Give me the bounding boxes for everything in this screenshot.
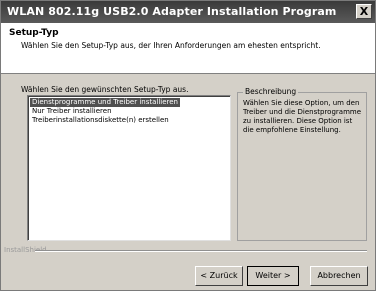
setup-type-list[interactable]: Dienstprogramme und Treiber installieren… <box>27 95 231 241</box>
title-bar: WLAN 802.11g USB2.0 Adapter Installation… <box>1 1 375 23</box>
setup-option-create-driver-disks[interactable]: Treiberinstallationsdiskette(n) erstelle… <box>30 116 171 125</box>
page-title: Setup-Typ <box>9 28 59 38</box>
window-title: WLAN 802.11g USB2.0 Adapter Installation… <box>7 5 337 18</box>
footer-divider <box>35 250 367 252</box>
close-button[interactable]: X <box>356 4 372 19</box>
installer-window: WLAN 802.11g USB2.0 Adapter Installation… <box>0 0 376 291</box>
setup-type-prompt: Wählen Sie den gewünschten Setup-Typ aus… <box>21 85 189 94</box>
setup-option-driver-only[interactable]: Nur Treiber installieren <box>30 107 114 116</box>
close-icon: X <box>359 5 369 18</box>
back-button[interactable]: < Zurück <box>195 266 243 286</box>
cancel-button[interactable]: Abbrechen <box>310 266 368 286</box>
page-description: Wählen Sie den Setup-Typ aus, der Ihren … <box>21 41 321 50</box>
next-button[interactable]: Weiter > <box>247 266 299 286</box>
description-text: Wählen Sie diese Option, um den Treiber … <box>243 99 362 134</box>
description-title: Beschreibung <box>243 87 299 96</box>
setup-option-utilities-and-driver[interactable]: Dienstprogramme und Treiber installieren <box>30 98 180 107</box>
header-panel: Setup-Typ Wählen Sie den Setup-Typ aus, … <box>1 23 375 74</box>
